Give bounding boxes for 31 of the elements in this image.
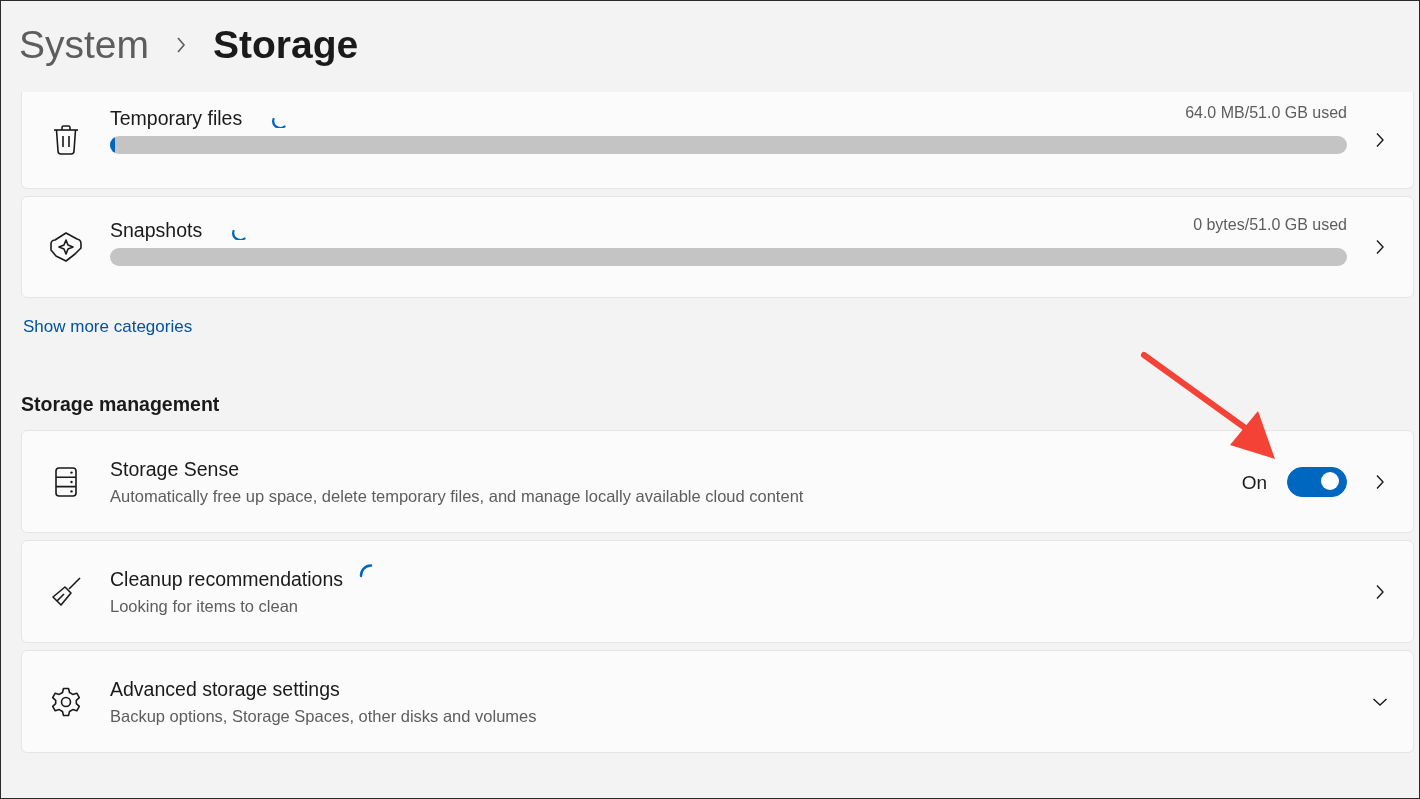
sparkle-shape-icon bbox=[49, 232, 82, 262]
setting-description: Looking for items to clean bbox=[110, 596, 300, 616]
usage-text: 64.0 MB/51.0 GB used bbox=[1185, 104, 1347, 122]
setting-description: Backup options, Storage Spaces, other disks and volumes bbox=[110, 706, 538, 726]
setting-card[interactable]: Storage Sense Automatically free up space, delete temporary files, and manage locally available cloud content On bbox=[21, 430, 1414, 533]
server-drive-icon bbox=[54, 466, 77, 497]
storage-category-card[interactable]: Snapshots 0 bytes/51.0 GB used bbox=[21, 196, 1414, 298]
chevron-right-icon bbox=[1375, 132, 1385, 148]
category-title: Temporary files bbox=[110, 106, 243, 130]
toggle-switch[interactable] bbox=[1287, 466, 1347, 497]
broom-icon bbox=[50, 576, 81, 607]
category-title: Snapshots bbox=[110, 218, 203, 242]
show-more-categories-link[interactable]: Show more categories bbox=[23, 317, 193, 337]
usage-text: 0 bytes/51.0 GB used bbox=[1193, 216, 1347, 234]
setting-title: Advanced storage settings bbox=[110, 677, 340, 701]
breadcrumb-item[interactable]: System bbox=[19, 22, 150, 67]
setting-card[interactable]: Cleanup recommendations Looking for items to clean bbox=[21, 540, 1414, 643]
chevron-right-icon bbox=[1375, 583, 1385, 600]
trash-icon bbox=[52, 125, 79, 155]
chevron-right-icon bbox=[1375, 239, 1385, 255]
setting-title: Storage Sense bbox=[110, 457, 239, 481]
chevron-right-icon bbox=[1375, 473, 1385, 490]
chevron-right-icon bbox=[175, 35, 188, 54]
storage-category-card[interactable]: Temporary files 64.0 MB/51.0 GB used bbox=[21, 92, 1414, 189]
setting-description: Automatically free up space, delete temporary files, and manage locally available cloud content bbox=[110, 486, 805, 506]
toggle-state-label: On bbox=[1241, 471, 1267, 494]
breadcrumb-item: Storage bbox=[213, 22, 359, 67]
section-heading: Storage management bbox=[21, 393, 221, 416]
setting-title: Cleanup recommendations bbox=[110, 567, 344, 591]
settings-gear-icon bbox=[50, 686, 81, 717]
setting-card[interactable]: Advanced storage settings Backup options, Storage Spaces, other disks and volumes bbox=[21, 650, 1414, 753]
